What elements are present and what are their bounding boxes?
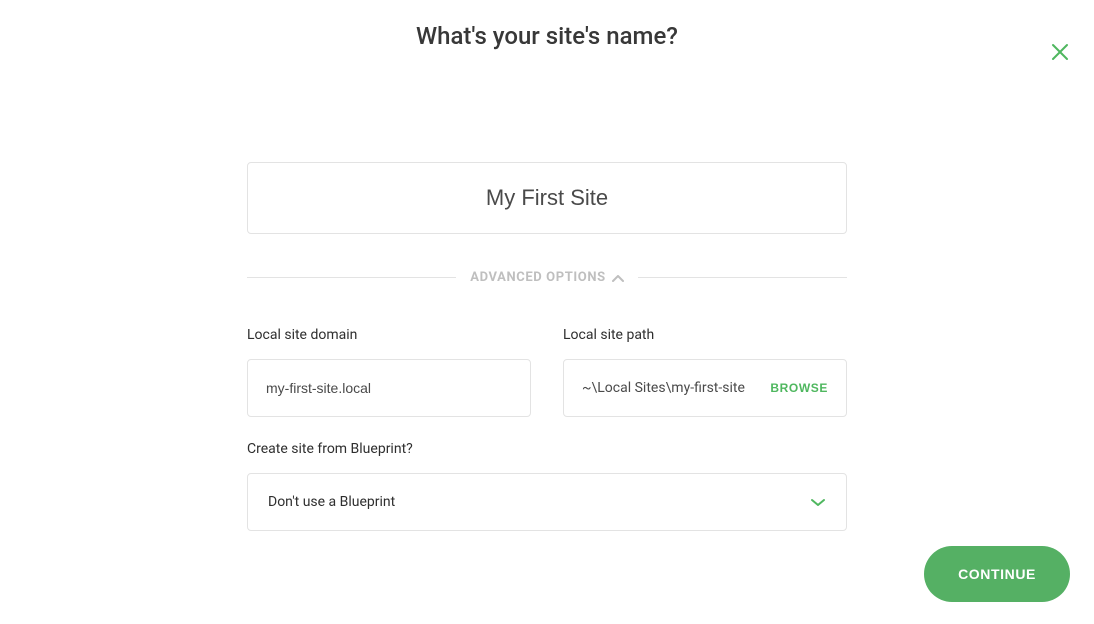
path-value: ~\Local Sites\my-first-site xyxy=(582,380,770,396)
blueprint-label: Create site from Blueprint? xyxy=(247,441,847,457)
path-label: Local site path xyxy=(563,327,847,343)
path-input-row: ~\Local Sites\my-first-site BROWSE xyxy=(563,359,847,417)
page-title: What's your site's name? xyxy=(0,22,1094,50)
advanced-options-divider: ADVANCED OPTIONS xyxy=(247,268,847,287)
blueprint-field: Create site from Blueprint? Don't use a … xyxy=(247,441,847,531)
form-content: ADVANCED OPTIONS Local site domain Local… xyxy=(247,162,847,531)
divider-line-left xyxy=(247,277,456,278)
advanced-options-label: ADVANCED OPTIONS xyxy=(470,270,605,285)
blueprint-selected-value: Don't use a Blueprint xyxy=(268,494,395,510)
chevron-down-icon xyxy=(810,493,826,512)
advanced-options-toggle[interactable]: ADVANCED OPTIONS xyxy=(470,268,623,287)
browse-button[interactable]: BROWSE xyxy=(770,381,828,395)
site-name-input[interactable] xyxy=(247,162,847,234)
path-field: Local site path ~\Local Sites\my-first-s… xyxy=(563,327,847,417)
blueprint-select[interactable]: Don't use a Blueprint xyxy=(247,473,847,531)
domain-field: Local site domain xyxy=(247,327,531,417)
chevron-up-icon xyxy=(612,268,624,287)
domain-input[interactable] xyxy=(247,359,531,417)
divider-line-right xyxy=(638,277,847,278)
domain-label: Local site domain xyxy=(247,327,531,343)
continue-button[interactable]: CONTINUE xyxy=(924,546,1070,602)
close-button[interactable] xyxy=(1050,42,1070,62)
close-icon xyxy=(1050,42,1070,62)
